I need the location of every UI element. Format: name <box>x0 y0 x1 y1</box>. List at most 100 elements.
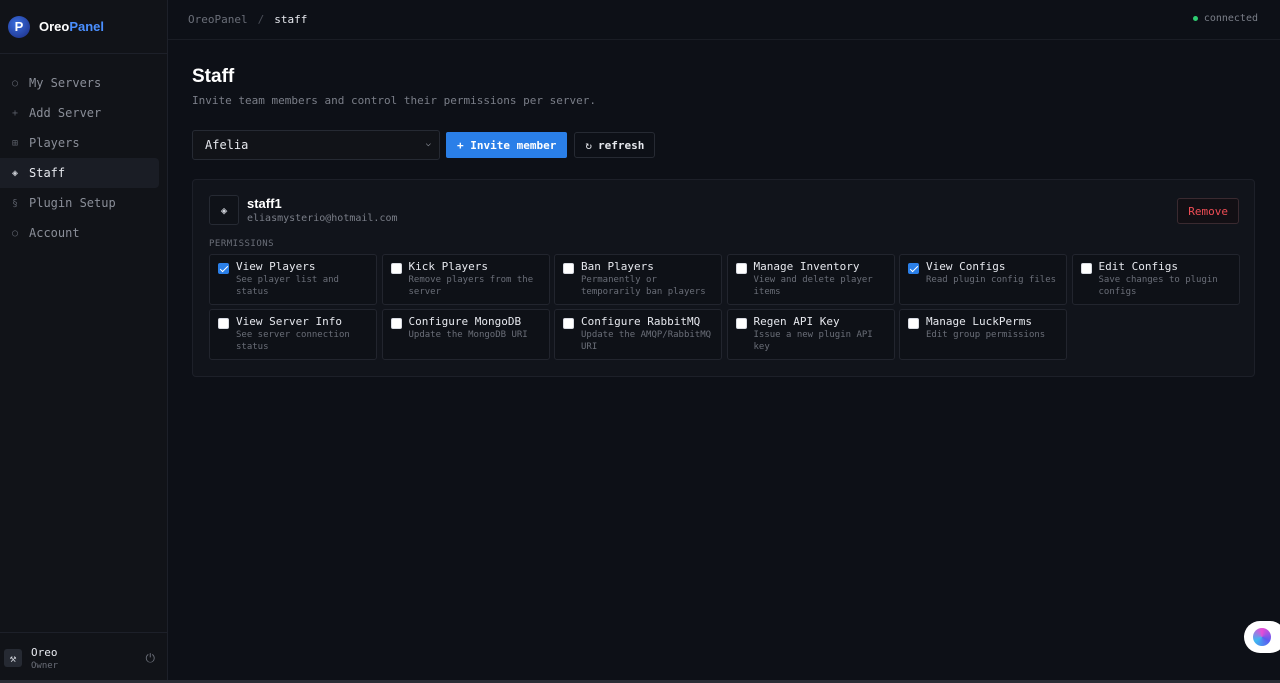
diamond-icon: ◈ <box>11 167 19 179</box>
permission-desc: See server connection status <box>236 330 350 352</box>
permission-manage-inventory[interactable]: Manage Inventory View and delete player … <box>726 254 895 305</box>
page-subtitle: Invite team members and control their pe… <box>192 94 596 107</box>
invite-member-button[interactable]: + Invite member <box>446 132 568 158</box>
permission-view-players[interactable]: View Players See player list and status <box>209 254 377 305</box>
circle-icon: ○ <box>11 227 19 239</box>
permission-edit-configs[interactable]: Edit Configs Save changes to plugin conf… <box>1071 254 1240 305</box>
permission-checkbox[interactable] <box>563 318 574 329</box>
user-role: Owner <box>31 660 59 671</box>
permission-title: View Players <box>236 260 316 273</box>
permission-desc: See player list and status <box>236 275 339 297</box>
permission-title: Manage Inventory <box>753 260 860 273</box>
permission-configure-rabbitmq[interactable]: Configure RabbitMQ Update the AMQP/Rabbi… <box>554 309 722 360</box>
refresh-icon: ↻ <box>585 138 592 152</box>
sidebar-item-staff[interactable]: ◈ Staff <box>0 158 159 188</box>
user-name: Oreo <box>31 645 58 659</box>
sidebar-item-account[interactable]: ○ Account <box>0 218 159 248</box>
member-text: staff1 eliasmysterio@hotmail.com <box>247 196 398 224</box>
sidebar-item-label: Account <box>29 226 80 240</box>
permission-desc: Remove players from the server <box>408 275 534 297</box>
permission-desc: Read plugin config files <box>926 275 1057 285</box>
permissions-grid: View Players See player list and status … <box>209 254 1240 360</box>
breadcrumb: OreoPanel / staff <box>188 13 307 26</box>
permission-desc: Update the AMQP/RabbitMQ URI <box>581 330 712 352</box>
permission-checkbox[interactable] <box>563 263 574 274</box>
circle-icon: ○ <box>11 77 19 89</box>
breadcrumb-current: staff <box>274 13 308 26</box>
sidebar-item-my-servers[interactable]: ○ My Servers <box>0 68 159 98</box>
sidebar: P OreoPanel ○ My Servers + Add Server ⊞ … <box>0 0 168 683</box>
refresh-button[interactable]: ↻ refresh <box>574 132 656 158</box>
member-diamond-icon: ◈ <box>209 195 239 225</box>
permission-title: View Server Info <box>236 315 342 328</box>
user-box: ⚒ Oreo Owner ⏻ <box>0 632 167 683</box>
breadcrumb-separator: / <box>257 13 265 26</box>
permission-view-configs[interactable]: View Configs Read plugin config files <box>899 254 1067 305</box>
grid-icon: ⊞ <box>11 137 19 149</box>
brand-logo-icon: P <box>8 15 30 38</box>
permission-desc: View and delete player items <box>753 275 873 297</box>
section-icon: § <box>11 197 19 209</box>
permission-configure-mongodb[interactable]: Configure MongoDB Update the MongoDB URI <box>381 309 550 360</box>
permission-title: Ban Players <box>581 260 654 273</box>
permission-desc: Permanently or temporarily ban players <box>581 275 706 297</box>
permission-view-server-info[interactable]: View Server Info See server connection s… <box>209 309 377 360</box>
permission-title: Regen API Key <box>753 315 840 328</box>
permission-checkbox[interactable] <box>735 263 747 274</box>
permission-checkbox[interactable] <box>390 318 402 329</box>
permission-desc: Save changes to plugin configs <box>1098 275 1218 297</box>
remove-member-button[interactable]: Remove <box>1177 198 1239 224</box>
controls-row: Afelia ⌵ + Invite member ↻ refresh <box>192 130 1256 160</box>
permission-checkbox[interactable] <box>390 263 402 274</box>
permissions-label: PERMISSIONS <box>209 239 275 249</box>
permission-checkbox[interactable] <box>1080 263 1092 274</box>
assistant-button[interactable] <box>1244 621 1280 653</box>
member-email: eliasmysterio@hotmail.com <box>247 213 398 224</box>
breadcrumb-root[interactable]: OreoPanel <box>188 13 248 26</box>
permission-title: Configure RabbitMQ <box>581 315 701 328</box>
permission-manage-luckperms[interactable]: Manage LuckPerms Edit group permissions <box>899 309 1067 360</box>
sidebar-item-add-server[interactable]: + Add Server <box>0 98 159 128</box>
avatar[interactable]: ⚒ <box>4 649 22 667</box>
brain-icon <box>1253 628 1271 646</box>
server-select-value: Afelia <box>205 138 249 152</box>
page-title: Staff <box>192 66 235 87</box>
user-info: Oreo Owner <box>31 646 58 671</box>
permission-checkbox[interactable] <box>908 263 919 274</box>
chevron-down-icon: ⌵ <box>425 139 431 149</box>
sidebar-nav: ○ My Servers + Add Server ⊞ Players ◈ St… <box>0 54 167 248</box>
permission-desc: Issue a new plugin API key <box>753 330 873 352</box>
brand-name-part1: Oreo <box>39 19 70 34</box>
permission-desc: Edit group permissions <box>926 330 1046 340</box>
permission-checkbox[interactable] <box>218 263 229 274</box>
permission-title: View Configs <box>926 260 1006 273</box>
member-card: ◈ staff1 eliasmysterio@hotmail.com Remov… <box>192 179 1255 377</box>
brand[interactable]: P OreoPanel <box>0 0 167 54</box>
sidebar-item-label: Players <box>29 136 80 150</box>
permission-kick-players[interactable]: Kick Players Remove players from the ser… <box>381 254 550 305</box>
member-name: staff1 <box>247 196 282 211</box>
sidebar-item-label: Plugin Setup <box>29 196 116 210</box>
permission-checkbox[interactable] <box>908 318 919 329</box>
sidebar-item-label: Staff <box>29 166 66 180</box>
power-icon[interactable]: ⏻ <box>146 651 156 666</box>
permission-ban-players[interactable]: Ban Players Permanently or temporarily b… <box>554 254 722 305</box>
permission-checkbox[interactable] <box>735 318 747 329</box>
status-text: connected <box>1203 13 1258 24</box>
member-header: ◈ staff1 eliasmysterio@hotmail.com <box>209 195 398 225</box>
permission-title: Manage LuckPerms <box>926 315 1032 328</box>
topbar: OreoPanel / staff connected <box>168 0 1280 40</box>
sidebar-item-players[interactable]: ⊞ Players <box>0 128 159 158</box>
sidebar-item-label: Add Server <box>29 106 102 120</box>
connection-status: connected <box>1192 13 1258 24</box>
permission-checkbox[interactable] <box>218 318 229 329</box>
permission-title: Edit Configs <box>1098 260 1178 273</box>
sidebar-item-label: My Servers <box>29 76 102 90</box>
permission-desc: Update the MongoDB URI <box>408 330 528 340</box>
brand-name: OreoPanel <box>39 19 104 34</box>
permission-regen-api-key[interactable]: Regen API Key Issue a new plugin API key <box>726 309 895 360</box>
status-dot-icon <box>1192 16 1198 21</box>
server-select[interactable]: Afelia ⌵ <box>192 130 440 160</box>
permission-title: Configure MongoDB <box>408 315 522 328</box>
sidebar-item-plugin-setup[interactable]: § Plugin Setup <box>0 188 159 218</box>
